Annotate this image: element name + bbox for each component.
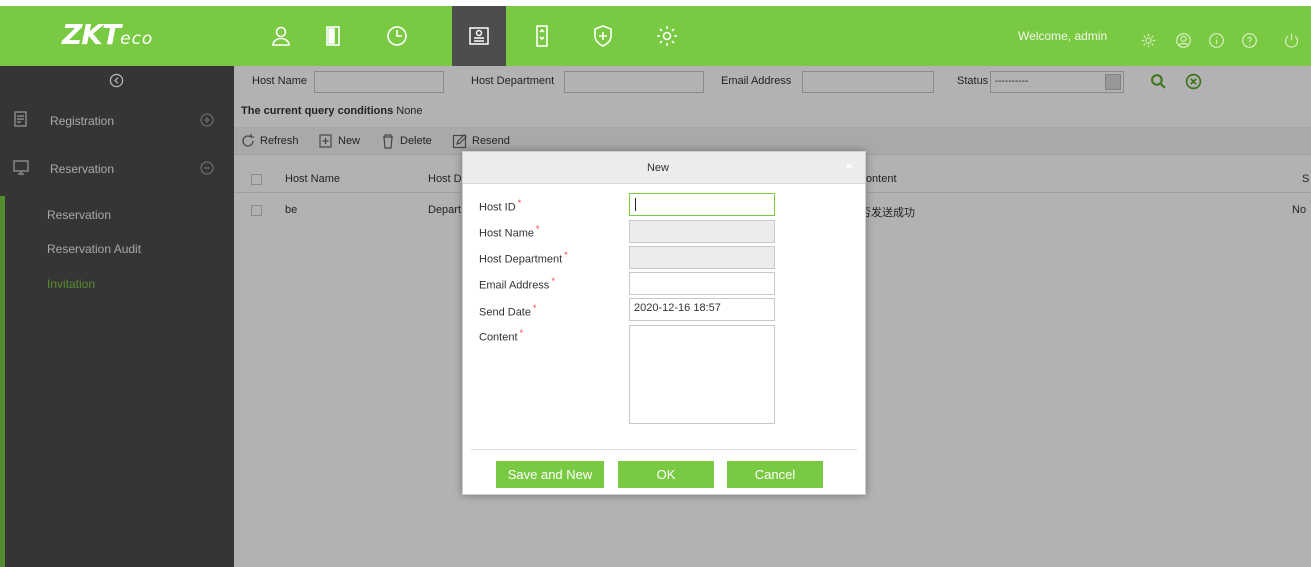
- text-caret: [635, 198, 636, 211]
- top-bar: ZKTeco Welcome, admin: [0, 6, 1311, 66]
- new-invitation-dialog: New × Host ID * Host Name * Host Departmen…: [462, 151, 866, 495]
- elevator-module-button[interactable]: [515, 6, 569, 66]
- welcome-text: Welcome, admin: [1018, 29, 1108, 43]
- power-icon[interactable]: [1283, 32, 1300, 49]
- email-input[interactable]: [629, 272, 775, 295]
- send-date-input[interactable]: 2020-12-16 18:57: [629, 298, 775, 321]
- host-name-label: Host Name *: [479, 224, 540, 240]
- access-module-button[interactable]: [306, 6, 360, 66]
- host-id-label: Host ID *: [479, 198, 522, 214]
- person-icon: [272, 26, 290, 46]
- shield-plus-icon: [594, 25, 612, 47]
- visitor-card-icon: [469, 27, 489, 45]
- send-date-label: Send Date *: [479, 303, 537, 319]
- content-textarea[interactable]: [629, 325, 775, 424]
- host-department-input: [629, 246, 775, 269]
- cancel-button[interactable]: Cancel: [727, 461, 823, 488]
- settings-icon[interactable]: [1140, 32, 1157, 49]
- close-icon[interactable]: ×: [842, 159, 856, 173]
- door-icon: [326, 26, 340, 46]
- help-icon[interactable]: [1241, 32, 1258, 49]
- ok-button[interactable]: OK: [618, 461, 714, 488]
- personnel-module-button[interactable]: [254, 6, 308, 66]
- security-module-button[interactable]: [576, 6, 630, 66]
- email-label: Email Address *: [479, 276, 555, 292]
- gear-icon: [657, 26, 677, 46]
- attendance-module-button[interactable]: [370, 6, 424, 66]
- host-id-input[interactable]: [629, 193, 775, 216]
- dialog-title: New: [646, 162, 669, 174]
- host-department-label: Host Department *: [479, 250, 568, 266]
- save-and-new-button[interactable]: Save and New: [496, 461, 604, 488]
- info-icon[interactable]: [1208, 32, 1225, 49]
- system-module-button[interactable]: [640, 6, 694, 66]
- dialog-title-bar[interactable]: New ×: [463, 152, 865, 184]
- content-label: Content *: [479, 328, 524, 344]
- zkteco-logo: ZKTeco: [62, 18, 154, 51]
- dialog-divider: [471, 449, 857, 450]
- host-name-input: [629, 220, 775, 243]
- elevator-icon: [536, 25, 548, 47]
- clock-icon: [387, 26, 407, 46]
- user-circle-icon[interactable]: [1175, 32, 1192, 49]
- visitor-module-button[interactable]: [452, 6, 506, 66]
